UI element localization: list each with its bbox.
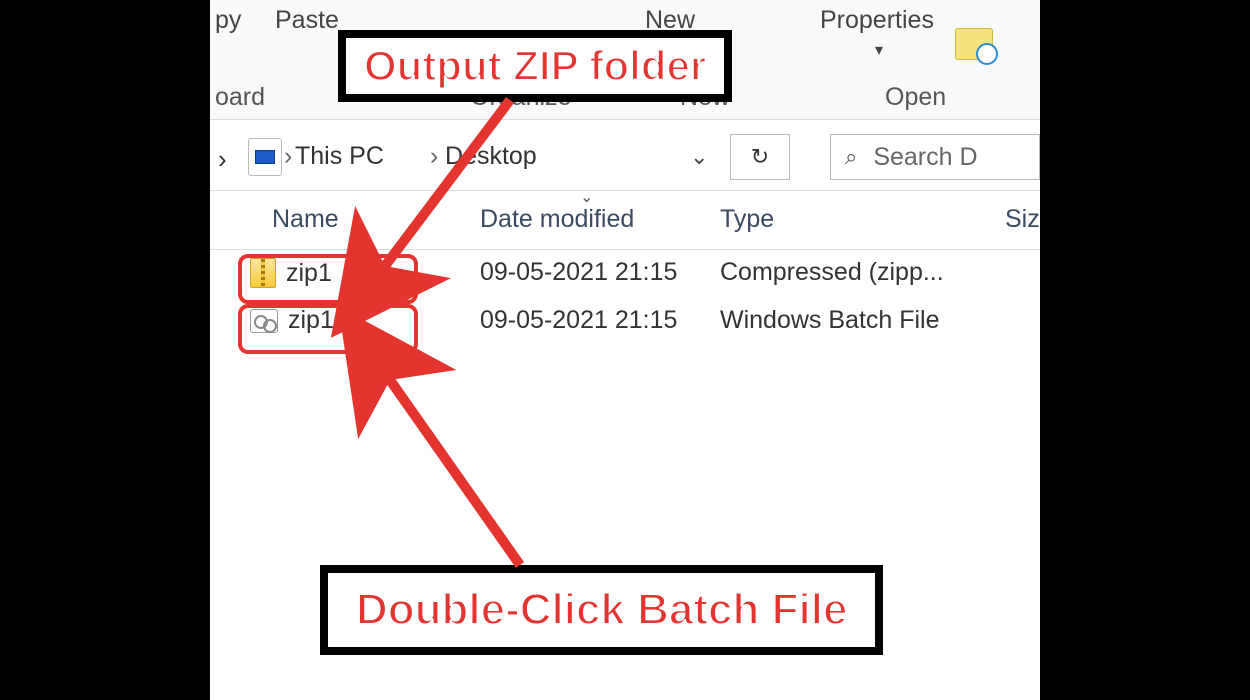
file-date: 09-05-2021 21:15 (480, 306, 677, 335)
ribbon-group-clipboard: oard (215, 83, 265, 112)
explorer-window: py Paste New Properties ▾ oard Organize … (210, 0, 1040, 700)
annotation-text: Double-Click Batch File (356, 585, 847, 635)
column-headers: ⌄ Name Date modified Type Siz (210, 190, 1040, 250)
breadcrumb-separator-icon: › (430, 142, 438, 171)
sort-indicator-icon: ⌄ (580, 187, 593, 207)
column-type[interactable]: Type (720, 205, 774, 234)
annotation-text: Output ZIP folder (364, 42, 706, 90)
breadcrumb-dropdown-icon[interactable]: ⌄ (690, 144, 708, 170)
column-size[interactable]: Siz (1005, 205, 1040, 234)
file-list: zip1 09-05-2021 21:15 Compressed (zipp..… (210, 250, 1040, 346)
ribbon-copy-button[interactable]: py (215, 6, 241, 35)
annotation-callout-top: Output ZIP folder (338, 30, 732, 102)
file-name: zip1 (288, 306, 334, 335)
column-date-modified[interactable]: Date modified (480, 205, 634, 234)
properties-dropdown-icon[interactable]: ▾ (875, 40, 883, 60)
search-input[interactable]: ⌕ Search D (830, 134, 1040, 180)
file-date: 09-05-2021 21:15 (480, 258, 677, 287)
breadcrumb-separator-icon: › (284, 142, 292, 171)
back-arrow-icon[interactable]: › (218, 144, 227, 175)
address-bar: › › This PC › Desktop ⌄ ↻ ⌕ Search D (210, 120, 1040, 190)
file-row[interactable]: zip1 09-05-2021 21:15 Windows Batch File (210, 298, 1040, 346)
ribbon-properties-button[interactable]: Properties (820, 6, 934, 35)
file-type: Windows Batch File (720, 306, 940, 335)
breadcrumb-desktop[interactable]: Desktop (445, 142, 537, 171)
batch-file-icon (250, 309, 278, 333)
ribbon-folder-icon[interactable] (955, 28, 993, 60)
column-name[interactable]: Name (272, 205, 339, 234)
ribbon-group-open: Open (885, 83, 946, 112)
search-placeholder: Search D (873, 143, 977, 172)
annotation-arrow-bottom (390, 380, 520, 565)
refresh-button[interactable]: ↻ (730, 134, 790, 180)
file-row[interactable]: zip1 09-05-2021 21:15 Compressed (zipp..… (210, 250, 1040, 298)
annotation-callout-bottom: Double-Click Batch File (320, 565, 883, 655)
file-type: Compressed (zipp... (720, 258, 944, 287)
search-icon: ⌕ (845, 144, 857, 170)
this-pc-icon[interactable] (248, 138, 282, 176)
breadcrumb-this-pc[interactable]: This PC (295, 142, 384, 171)
zip-file-icon (250, 258, 276, 288)
ribbon-paste-button[interactable]: Paste (275, 6, 339, 35)
file-name: zip1 (286, 259, 332, 288)
